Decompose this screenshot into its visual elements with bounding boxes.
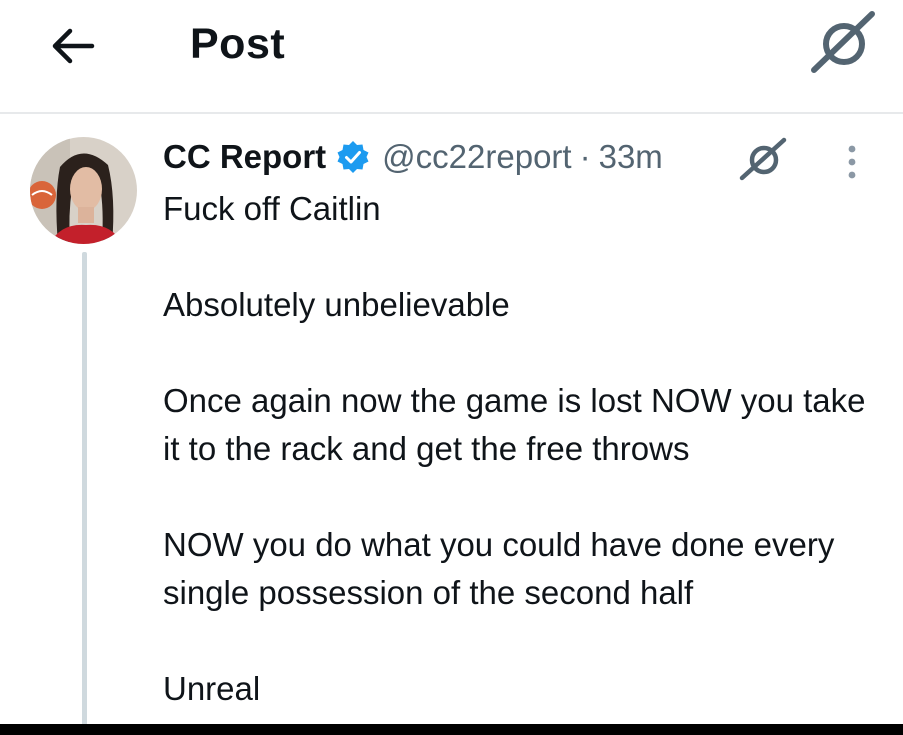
post-line: NOW you do what you could have done ever… (163, 526, 835, 611)
grok-explain-button[interactable] (736, 136, 790, 182)
post-line: Absolutely unbelievable (163, 286, 510, 323)
more-vertical-icon (848, 145, 856, 179)
grok-button[interactable] (806, 8, 878, 76)
post-line: Fuck off Caitlin (163, 190, 381, 227)
avatar[interactable] (30, 137, 137, 244)
post-timestamp[interactable]: 33m (599, 135, 663, 179)
back-button[interactable] (44, 18, 100, 74)
post-line: Unreal (163, 670, 261, 707)
author-handle[interactable]: @cc22report (382, 135, 571, 179)
verified-badge-icon (336, 140, 370, 174)
post-text: Fuck off Caitlin Absolutely unbelievable… (163, 185, 883, 713)
post-line: Once again now the game is lost NOW you … (163, 382, 866, 467)
page-title: Post (190, 20, 286, 68)
top-bar: Post (0, 0, 903, 112)
more-options-button[interactable] (834, 142, 870, 182)
bottom-edge-bar (0, 724, 903, 735)
avatar-image (30, 137, 137, 244)
author-display-name[interactable]: CC Report (163, 135, 326, 179)
post-header: CC Report @cc22report · 33m (163, 135, 663, 179)
header-divider (0, 112, 903, 114)
grok-icon (811, 11, 875, 73)
grok-icon (739, 137, 787, 181)
arrow-left-icon (52, 28, 95, 64)
thread-line (82, 252, 87, 727)
separator-dot: · (579, 138, 591, 175)
